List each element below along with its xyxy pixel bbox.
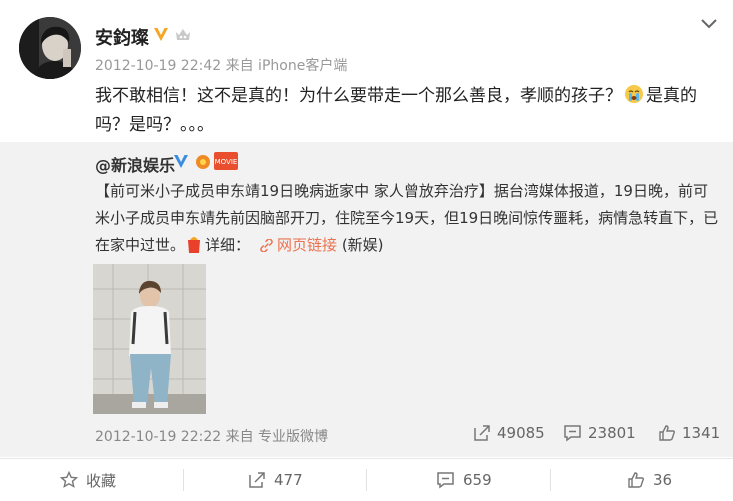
divider <box>550 469 551 491</box>
repost-author[interactable]: @新浪娱乐 <box>95 152 175 176</box>
repost-button[interactable]: 477 <box>248 459 303 501</box>
post-header: 安鈞璨 2012-10-19 22:42 来自 iPhone客户端 我不敢相信！… <box>0 0 733 140</box>
repost-text: 【前可米小子成员申东靖19日晚病逝家中 家人曾放弃治疗】据台湾媒体报道，19日晚… <box>95 178 720 259</box>
chevron-down-icon[interactable] <box>700 18 718 30</box>
post-time-source: 2012-10-19 22:42 来自 iPhone客户端 <box>95 58 348 74</box>
action-bar: 收藏 477 659 36 <box>0 458 733 501</box>
repost-like-count[interactable]: 1341 <box>658 424 720 442</box>
forward-icon <box>249 472 265 488</box>
author-name[interactable]: 安鈞璨 <box>95 24 149 50</box>
repost-forward-count[interactable]: 49085 <box>473 424 545 442</box>
comment-count: 659 <box>463 471 492 489</box>
movie-badge-icon: MOVIE <box>214 152 238 170</box>
repost-photo[interactable] <box>93 264 206 414</box>
comment-icon <box>437 472 454 489</box>
like-count: 1341 <box>682 424 721 442</box>
like-count: 36 <box>653 471 673 489</box>
repost-comment-count[interactable]: 23801 <box>563 424 636 442</box>
comment-count: 23801 <box>588 424 636 442</box>
gift-badge-icon <box>196 155 210 169</box>
repost-time-source: 2012-10-19 22:22 来自 专业版微博 <box>95 429 329 445</box>
comment-button[interactable]: 659 <box>436 459 492 501</box>
divider <box>183 469 184 491</box>
forward-count: 49085 <box>497 424 545 442</box>
detail-label: 详细： <box>205 236 251 254</box>
repost-footer: 2012-10-19 22:22 来自 专业版微博 49085 23801 13… <box>0 422 733 452</box>
blue-verified-icon <box>174 155 188 168</box>
post-text: 我不敢相信！这不是真的！为什么要带走一个那么善良，孝顺的孩子？ 是真的吗？是吗？。… <box>95 82 720 140</box>
member-crown-icon <box>176 29 190 40</box>
repost-card[interactable]: @新浪娱乐 MOVIE 【前可米小子成员申东靖19日晚病逝家中 家人曾放弃治疗】… <box>0 142 733 457</box>
verified-icon <box>154 28 168 41</box>
web-link[interactable]: 网页链接 <box>277 236 337 254</box>
forward-icon <box>474 425 490 441</box>
red-envelope-icon <box>188 237 201 253</box>
author-avatar[interactable] <box>19 17 81 79</box>
divider <box>366 469 367 491</box>
crying-emoji-icon <box>625 85 643 103</box>
repost-count: 477 <box>274 471 303 489</box>
thumbs-up-icon <box>628 472 645 488</box>
thumbs-up-icon <box>659 425 676 441</box>
movie-badge-text: MOVIE <box>215 158 238 166</box>
link-icon <box>260 239 273 252</box>
post-text-part1: 我不敢相信！这不是真的！为什么要带走一个那么善良，孝顺的孩子？ <box>95 86 622 106</box>
favorite-button[interactable]: 收藏 <box>60 459 116 501</box>
favorite-label: 收藏 <box>86 471 117 490</box>
source-note: (新娱) <box>341 236 384 254</box>
like-button[interactable]: 36 <box>627 459 672 501</box>
star-icon <box>60 471 78 488</box>
comment-icon <box>564 425 581 442</box>
